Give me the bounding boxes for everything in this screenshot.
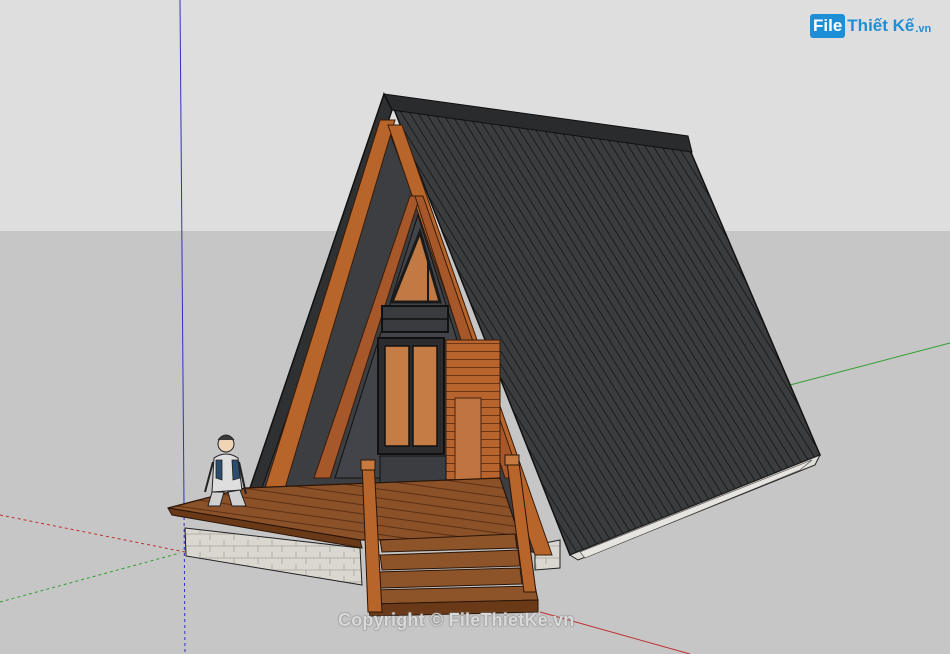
logo-brand-text: Thiết Kế (847, 16, 915, 35)
logo-file-text: File (810, 14, 846, 38)
glass-door-left (384, 345, 410, 447)
side-door (454, 397, 482, 489)
lower-wall-panel (379, 455, 447, 485)
filethietke-logo-icon: File Thiết Kế .vn (810, 12, 931, 40)
glass-door-right (412, 345, 438, 447)
model-scene (0, 0, 950, 654)
copyright-watermark: Copyright © FileThietKe.vn (338, 610, 575, 630)
stair-3 (377, 567, 523, 589)
sketchup-viewport[interactable]: File Thiết Kế .vn Copyright © FileThietK… (0, 0, 950, 654)
logo-tld-text: .vn (915, 23, 932, 35)
